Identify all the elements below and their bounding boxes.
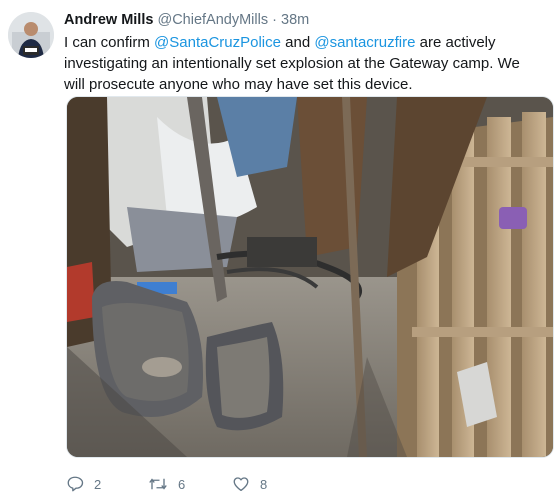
reply-count: 2: [94, 476, 102, 492]
mention-santacruzpolice[interactable]: @SantaCruzPolice: [154, 34, 281, 51]
reply-action[interactable]: 2: [66, 475, 108, 493]
retweet-count: 6: [178, 476, 186, 492]
user-handle[interactable]: @ChiefAndyMills: [157, 12, 268, 28]
photo-scene: [67, 97, 553, 457]
retweet-icon: [149, 478, 167, 490]
like-action[interactable]: 8: [232, 475, 274, 493]
text-part: I can confirm: [64, 34, 155, 51]
mention-santacruzfire[interactable]: @santacruzfire: [314, 34, 415, 51]
timestamp[interactable]: 38m: [281, 12, 309, 28]
text-part: and: [280, 34, 315, 51]
tweet-actions: 2 6 8: [66, 474, 314, 494]
reply-icon: [67, 476, 84, 492]
like-icon: [233, 477, 249, 492]
tweet-header: Andrew Mills @ChiefAndyMills · 38m: [64, 11, 550, 29]
retweet-action[interactable]: 6: [148, 475, 192, 493]
tweet-text: I can confirm @SantaCruzPolice and @sant…: [64, 32, 544, 95]
tweet-photo[interactable]: [66, 96, 554, 458]
avatar[interactable]: [8, 12, 54, 58]
separator-dot: ·: [272, 12, 277, 28]
avatar-image: [8, 12, 54, 58]
like-count: 8: [260, 476, 268, 492]
display-name[interactable]: Andrew Mills: [64, 12, 153, 28]
tweet: Andrew Mills @ChiefAndyMills · 38m I can…: [0, 0, 560, 500]
